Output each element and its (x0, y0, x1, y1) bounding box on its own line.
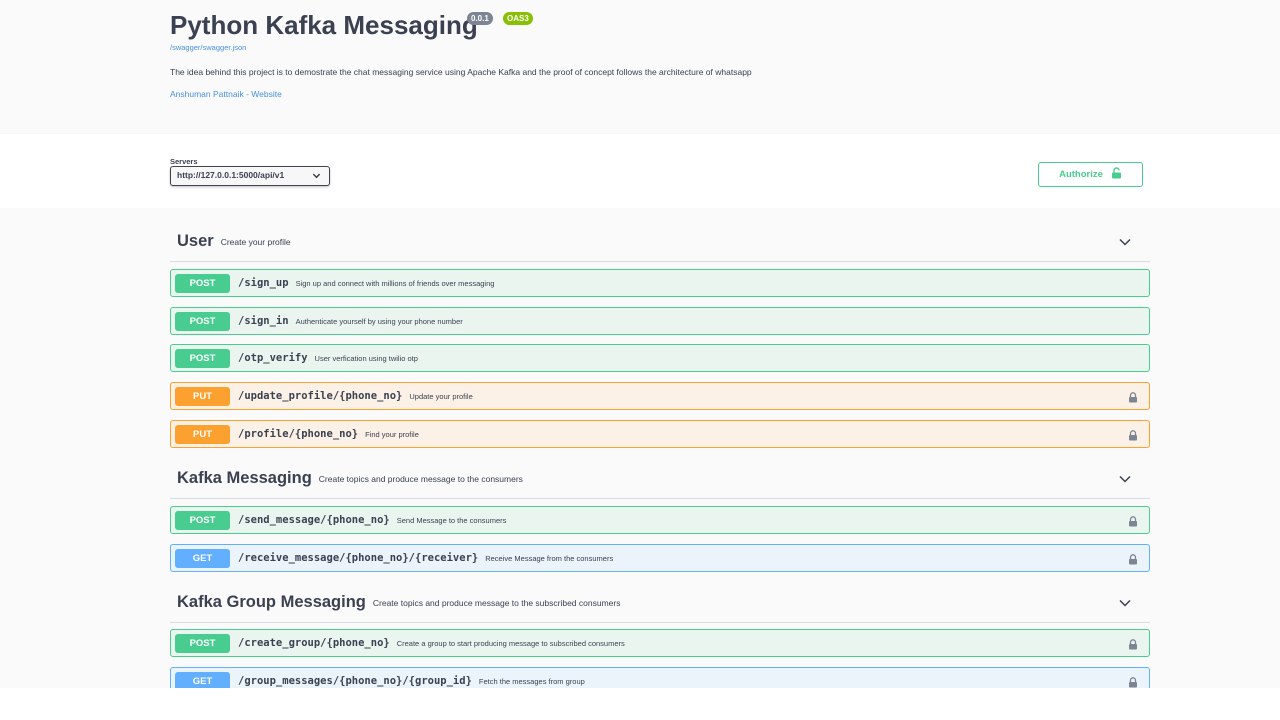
method-badge: GET (175, 548, 230, 568)
operation-post[interactable]: POST/send_message/{phone_no} Send Message… (170, 506, 1150, 534)
authorize-button[interactable]: Authorize (1038, 162, 1143, 187)
operation-post[interactable]: POST/create_group/{phone_no} Create a gro… (170, 629, 1150, 657)
endpoint-summary: Fetch the messages from group (478, 676, 585, 686)
tag-description: Create your profile (220, 236, 291, 247)
chevron-down-icon[interactable] (1118, 596, 1132, 610)
endpoint-summary: Find your profile (365, 429, 419, 439)
tag-description: Create topics and produce message to the… (318, 473, 523, 484)
tag-header[interactable]: Kafka Group Messaging Create topics and p… (170, 583, 1150, 623)
endpoint-summary: Create a group to start producing messag… (396, 638, 625, 648)
contact-website-link[interactable]: Anshuman Pattnaik - Website (170, 89, 282, 99)
operation-put[interactable]: PUT/update_profile/{phone_no} Update your… (170, 382, 1150, 410)
lock-icon[interactable] (1128, 552, 1138, 570)
operations-list: User Create your profile POST/sign_up Sign … (0, 208, 1280, 688)
authorize-label: Authorize (1059, 169, 1103, 180)
endpoint-summary: Authenticate yourself by using your phon… (295, 316, 463, 326)
page-title: Python Kafka Messaging (170, 10, 478, 40)
endpoint-path: /receive_message/{phone_no}/{receiver} (238, 552, 479, 564)
operation-post[interactable]: POST/sign_up Sign up and connect with mil… (170, 269, 1150, 297)
endpoint-summary: Send Message to the consumers (396, 515, 507, 525)
tag-header[interactable]: Kafka Messaging Create topics and produce… (170, 459, 1150, 499)
info-section: Python Kafka Messaging 0.0.1 OAS3 /swagg… (0, 0, 1280, 134)
spec-json-link[interactable]: /swagger/swagger.json (170, 43, 246, 52)
method-badge: GET (175, 671, 230, 688)
method-badge: POST (175, 510, 230, 530)
oas-badge: OAS3 (503, 12, 533, 25)
method-badge: PUT (175, 386, 230, 406)
endpoint-path: /update_profile/{phone_no} (238, 390, 403, 402)
tag-name: Kafka Group Messaging (177, 593, 366, 611)
tag-name: User (177, 232, 214, 250)
lock-icon[interactable] (1128, 390, 1138, 408)
endpoint-path: /profile/{phone_no} (238, 428, 359, 440)
tag-header[interactable]: User Create your profile (170, 222, 1150, 262)
endpoint-path: /sign_in (238, 315, 289, 327)
endpoint-path: /sign_up (238, 277, 289, 289)
chevron-down-icon[interactable] (1118, 472, 1132, 486)
lock-icon[interactable] (1128, 675, 1138, 688)
endpoint-summary: User verfication using twilio otp (314, 353, 418, 363)
operation-post[interactable]: POST/otp_verify User verfication using tw… (170, 344, 1150, 372)
server-select-value: http://127.0.0.1:5000/api/v1 (177, 170, 285, 180)
operation-get[interactable]: GET/receive_message/{phone_no}/{receiver… (170, 544, 1150, 572)
tag-name: Kafka Messaging (177, 469, 312, 487)
endpoint-summary: Update your profile (409, 391, 473, 401)
operation-put[interactable]: PUT/profile/{phone_no} Find your profile (170, 420, 1150, 448)
method-badge: POST (175, 348, 230, 368)
endpoint-path: /otp_verify (238, 352, 308, 364)
operation-get[interactable]: GET/group_messages/{phone_no}/{group_id}… (170, 667, 1150, 688)
lock-open-icon (1111, 167, 1122, 182)
api-description: The idea behind this project is to demos… (170, 67, 752, 77)
chevron-down-icon (312, 167, 321, 184)
endpoint-path: /create_group/{phone_no} (238, 637, 390, 649)
servers-label: Servers (170, 157, 198, 166)
method-badge: POST (175, 273, 230, 293)
method-badge: POST (175, 633, 230, 653)
lock-icon[interactable] (1128, 637, 1138, 655)
chevron-down-icon[interactable] (1118, 235, 1132, 249)
method-badge: PUT (175, 424, 230, 444)
method-badge: POST (175, 311, 230, 331)
lock-icon[interactable] (1128, 428, 1138, 446)
tag-description: Create topics and produce message to the… (372, 597, 621, 608)
endpoint-summary: Sign up and connect with millions of fri… (295, 278, 495, 288)
version-badge: 0.0.1 (467, 12, 493, 25)
servers-bar: Servers http://127.0.0.1:5000/api/v1 Aut… (0, 134, 1280, 208)
operation-post[interactable]: POST/sign_in Authenticate yourself by usi… (170, 307, 1150, 335)
endpoint-path: /group_messages/{phone_no}/{group_id} (238, 675, 472, 687)
endpoint-path: /send_message/{phone_no} (238, 514, 390, 526)
lock-icon[interactable] (1128, 514, 1138, 532)
endpoint-summary: Receive Message from the consumers (485, 553, 614, 563)
server-select[interactable]: http://127.0.0.1:5000/api/v1 (170, 166, 330, 186)
